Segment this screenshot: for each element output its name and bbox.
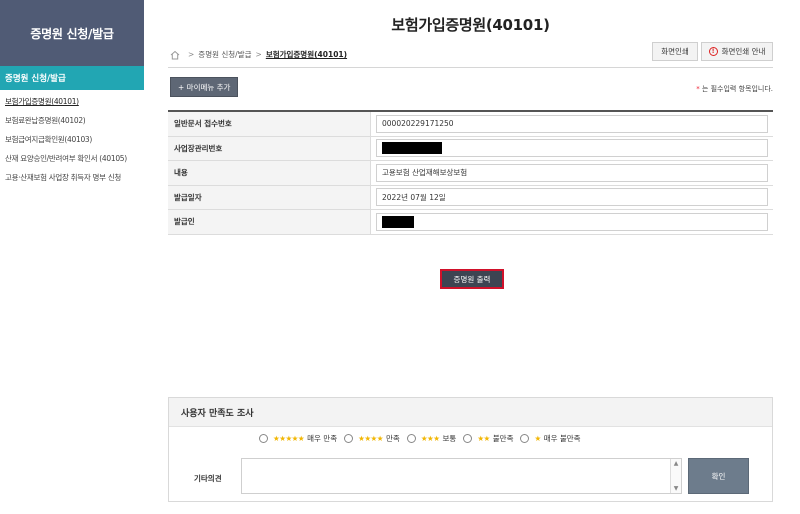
issuer-field	[376, 212, 768, 231]
radio-button[interactable]	[520, 434, 530, 443]
row-label: 일반문서 접수번호	[168, 112, 371, 136]
survey-options: ★★★★★ 매우 만족 ★★★★ 만족 ★★★ 보통 ★★ 불만족 ★ 매우 불…	[259, 433, 588, 444]
sidebar: 증명원 신청/발급 증명원 신청/발급 보험가입증명원(40101) 보험료완납…	[0, 0, 144, 514]
star-icon: ★	[534, 434, 541, 443]
breadcrumb: > 증명원 신청/발급 > 보험가입증명원(40101)	[170, 49, 347, 60]
required-note-text: 는 필수입력 항목입니다.	[701, 85, 773, 93]
survey-option-satisfied[interactable]: ★★★★ 만족	[344, 433, 400, 444]
sidebar-item-premium-paid-certificate[interactable]: 보험료완납증명원(40102)	[0, 112, 144, 131]
sidebar-item-insurance-certificate[interactable]: 보험가입증명원(40101)	[0, 93, 144, 112]
breadcrumb-separator: >	[188, 50, 195, 59]
star-icon: ★★	[477, 434, 490, 443]
star-icon: ★★★	[420, 434, 440, 443]
row-label: 내용	[168, 161, 371, 185]
survey-title: 사용자 만족도 조사	[169, 398, 772, 427]
breadcrumb-item[interactable]: 증명원 신청/발급	[198, 49, 251, 60]
scroll-up-icon[interactable]: ▲	[674, 460, 679, 467]
radio-button[interactable]	[463, 434, 473, 443]
option-label: 불만족	[492, 434, 514, 443]
option-label: 보통	[442, 434, 457, 443]
print-certificate-button[interactable]: 증명원 출력	[440, 269, 504, 289]
print-screen-button[interactable]: 화면인쇄	[652, 42, 698, 61]
sidebar-item-benefit-payment-confirmation[interactable]: 보험급여지급확인원(40103)	[0, 131, 144, 150]
survey-option-very-unsatisfied[interactable]: ★ 매우 불만족	[520, 433, 581, 444]
sidebar-item-care-approval-confirmation[interactable]: 산재 요양승인/반려여부 확인서 (40105)	[0, 150, 144, 169]
sidebar-list: 보험가입증명원(40101) 보험료완납증명원(40102) 보험급여지급확인원…	[0, 90, 144, 188]
satisfaction-survey: 사용자 만족도 조사 ★★★★★ 매우 만족 ★★★★ 만족 ★★★ 보통 ★★…	[168, 397, 773, 502]
home-icon[interactable]	[170, 50, 180, 60]
survey-option-normal[interactable]: ★★★ 보통	[406, 433, 457, 444]
certificate-info-table: 일반문서 접수번호 000020229171250 사업장관리번호 내용 고용보…	[168, 110, 773, 235]
redacted-block	[382, 142, 442, 155]
row-label: 발급인	[168, 210, 371, 234]
radio-button[interactable]	[344, 434, 354, 443]
table-row: 발급인	[168, 210, 773, 235]
required-star: *	[696, 85, 700, 93]
redacted-block	[382, 215, 414, 228]
survey-option-unsatisfied[interactable]: ★★ 불만족	[463, 433, 513, 444]
issue-date-field: 2022년 07월 12일	[376, 188, 768, 207]
radio-button[interactable]	[259, 434, 268, 443]
content-field: 고용보험 산업재해보상보험	[376, 163, 768, 182]
add-my-menu-button[interactable]: + 마이메뉴 추가	[170, 77, 239, 97]
star-icon: ★★★★★	[273, 434, 305, 443]
business-number-field	[376, 139, 768, 158]
sidebar-title: 증명원 신청/발급	[0, 0, 144, 66]
print-guide-label: 화면인쇄 안내	[721, 47, 766, 56]
table-row: 내용 고용보험 산업재해보상보험	[168, 161, 773, 186]
row-label: 사업장관리번호	[168, 136, 371, 160]
breadcrumb-separator: >	[255, 50, 262, 59]
option-label: 만족	[386, 434, 400, 443]
scroll-down-icon[interactable]: ▼	[674, 485, 679, 492]
row-label: 발급일자	[168, 185, 371, 209]
divider	[168, 67, 773, 68]
survey-option-very-satisfied[interactable]: ★★★★★ 매우 만족	[259, 433, 337, 444]
radio-button[interactable]	[406, 434, 416, 443]
other-opinion-input[interactable]	[241, 458, 682, 494]
breadcrumb-current[interactable]: 보험가입증명원(40101)	[266, 49, 347, 60]
receipt-number-field: 000020229171250	[376, 114, 768, 133]
required-note: * 는 필수입력 항목입니다.	[696, 84, 773, 94]
textarea-scrollbar[interactable]: ▲ ▼	[670, 459, 681, 493]
table-row: 발급일자 2022년 07월 12일	[168, 185, 773, 210]
table-row: 사업장관리번호	[168, 136, 773, 161]
star-icon: ★★★★	[358, 434, 384, 443]
print-guide-button[interactable]: ! 화면인쇄 안내	[701, 42, 773, 61]
table-row: 일반문서 접수번호 000020229171250	[168, 112, 773, 137]
info-icon: !	[708, 47, 718, 56]
option-label: 매우 불만족	[543, 434, 581, 443]
confirm-button[interactable]: 확인	[688, 458, 749, 494]
page-title: 보험가입증명원(40101)	[391, 16, 550, 34]
sidebar-section-title[interactable]: 증명원 신청/발급	[0, 66, 144, 90]
other-opinion-label: 기타의견	[194, 474, 222, 483]
sidebar-item-acquirer-register[interactable]: 고용·산재보험 사업장 취득자 명부 신청	[0, 169, 144, 188]
main-content: 보험가입증명원(40101) > 증명원 신청/발급 > 보험가입증명원(401…	[168, 0, 773, 514]
option-label: 매우 만족	[307, 434, 338, 443]
